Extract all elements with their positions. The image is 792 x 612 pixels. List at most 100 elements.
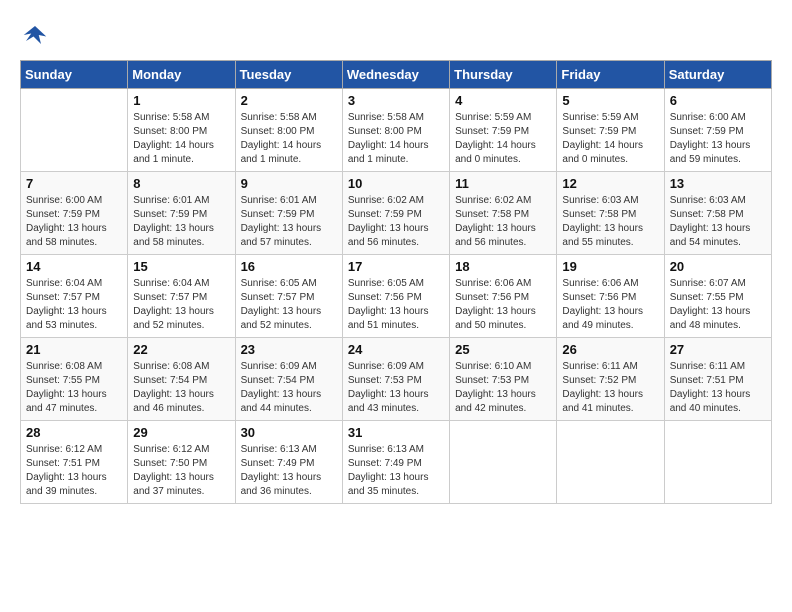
day-number: 6 bbox=[670, 93, 766, 108]
calendar-cell: 22Sunrise: 6:08 AMSunset: 7:54 PMDayligh… bbox=[128, 338, 235, 421]
day-number: 15 bbox=[133, 259, 229, 274]
calendar-week-4: 21Sunrise: 6:08 AMSunset: 7:55 PMDayligh… bbox=[21, 338, 772, 421]
day-info: Sunrise: 6:00 AMSunset: 7:59 PMDaylight:… bbox=[670, 111, 766, 167]
calendar-cell: 5 Sunrise: 5:59 AMSunset: 7:59 PMDaylight… bbox=[557, 89, 664, 172]
calendar-table: SundayMondayTuesdayWednesdayThursdayFrid… bbox=[20, 60, 772, 504]
day-info: Sunrise: 5:58 AMSunset: 8:00 PMDaylight:… bbox=[241, 111, 337, 167]
calendar-cell: 23Sunrise: 6:09 AMSunset: 7:54 PMDayligh… bbox=[235, 338, 342, 421]
day-info: Sunrise: 6:13 AMSunset: 7:49 PMDaylight:… bbox=[241, 443, 337, 499]
calendar-cell: 21Sunrise: 6:08 AMSunset: 7:55 PMDayligh… bbox=[21, 338, 128, 421]
weekday-header-tuesday: Tuesday bbox=[235, 61, 342, 89]
day-info: Sunrise: 5:59 AMSunset: 7:59 PMDaylight:… bbox=[562, 111, 658, 167]
calendar-week-3: 14 Sunrise: 6:04 AMSunset: 7:57 PMDayligh… bbox=[21, 255, 772, 338]
day-number: 13 bbox=[670, 176, 766, 191]
day-info: Sunrise: 6:00 AMSunset: 7:59 PMDaylight:… bbox=[26, 194, 122, 250]
calendar-cell: 30 Sunrise: 6:13 AMSunset: 7:49 PMDayligh… bbox=[235, 421, 342, 504]
day-info: Sunrise: 6:11 AMSunset: 7:51 PMDaylight:… bbox=[670, 360, 766, 416]
day-info: Sunrise: 6:12 AMSunset: 7:50 PMDaylight:… bbox=[133, 443, 229, 499]
day-info: Sunrise: 6:06 AMSunset: 7:56 PMDaylight:… bbox=[562, 277, 658, 333]
calendar-cell: 16 Sunrise: 6:05 AMSunset: 7:57 PMDayligh… bbox=[235, 255, 342, 338]
day-info: Sunrise: 6:02 AMSunset: 7:58 PMDaylight:… bbox=[455, 194, 551, 250]
calendar-cell: 31 Sunrise: 6:13 AMSunset: 7:49 PMDayligh… bbox=[342, 421, 449, 504]
day-info: Sunrise: 6:06 AMSunset: 7:56 PMDaylight:… bbox=[455, 277, 551, 333]
day-info: Sunrise: 6:03 AMSunset: 7:58 PMDaylight:… bbox=[562, 194, 658, 250]
calendar-cell: 7 Sunrise: 6:00 AMSunset: 7:59 PMDaylight… bbox=[21, 172, 128, 255]
day-info: Sunrise: 5:58 AMSunset: 8:00 PMDaylight:… bbox=[133, 111, 229, 167]
weekday-header-wednesday: Wednesday bbox=[342, 61, 449, 89]
day-number: 14 bbox=[26, 259, 122, 274]
calendar-week-2: 7 Sunrise: 6:00 AMSunset: 7:59 PMDaylight… bbox=[21, 172, 772, 255]
day-info: Sunrise: 5:58 AMSunset: 8:00 PMDaylight:… bbox=[348, 111, 444, 167]
day-number: 26 bbox=[562, 342, 658, 357]
day-number: 24 bbox=[348, 342, 444, 357]
day-number: 8 bbox=[133, 176, 229, 191]
logo bbox=[20, 20, 54, 50]
day-info: Sunrise: 6:08 AMSunset: 7:55 PMDaylight:… bbox=[26, 360, 122, 416]
calendar-cell: 14 Sunrise: 6:04 AMSunset: 7:57 PMDayligh… bbox=[21, 255, 128, 338]
calendar-cell: 24 Sunrise: 6:09 AMSunset: 7:53 PMDayligh… bbox=[342, 338, 449, 421]
day-number: 27 bbox=[670, 342, 766, 357]
calendar-cell: 4 Sunrise: 5:59 AMSunset: 7:59 PMDaylight… bbox=[450, 89, 557, 172]
day-number: 31 bbox=[348, 425, 444, 440]
day-info: Sunrise: 6:10 AMSunset: 7:53 PMDaylight:… bbox=[455, 360, 551, 416]
day-info: Sunrise: 6:11 AMSunset: 7:52 PMDaylight:… bbox=[562, 360, 658, 416]
day-number: 19 bbox=[562, 259, 658, 274]
day-info: Sunrise: 6:01 AMSunset: 7:59 PMDaylight:… bbox=[241, 194, 337, 250]
logo-icon bbox=[20, 20, 50, 50]
weekday-header-friday: Friday bbox=[557, 61, 664, 89]
day-number: 10 bbox=[348, 176, 444, 191]
day-info: Sunrise: 6:09 AMSunset: 7:53 PMDaylight:… bbox=[348, 360, 444, 416]
calendar-cell bbox=[664, 421, 771, 504]
day-number: 18 bbox=[455, 259, 551, 274]
day-number: 5 bbox=[562, 93, 658, 108]
page-header bbox=[20, 20, 772, 50]
calendar-cell: 13 Sunrise: 6:03 AMSunset: 7:58 PMDayligh… bbox=[664, 172, 771, 255]
calendar-cell: 18 Sunrise: 6:06 AMSunset: 7:56 PMDayligh… bbox=[450, 255, 557, 338]
weekday-header-row: SundayMondayTuesdayWednesdayThursdayFrid… bbox=[21, 61, 772, 89]
day-info: Sunrise: 6:13 AMSunset: 7:49 PMDaylight:… bbox=[348, 443, 444, 499]
calendar-cell: 28Sunrise: 6:12 AMSunset: 7:51 PMDayligh… bbox=[21, 421, 128, 504]
day-info: Sunrise: 6:08 AMSunset: 7:54 PMDaylight:… bbox=[133, 360, 229, 416]
calendar-cell: 12 Sunrise: 6:03 AMSunset: 7:58 PMDayligh… bbox=[557, 172, 664, 255]
calendar-cell: 6 Sunrise: 6:00 AMSunset: 7:59 PMDaylight… bbox=[664, 89, 771, 172]
day-number: 20 bbox=[670, 259, 766, 274]
calendar-cell: 8 Sunrise: 6:01 AMSunset: 7:59 PMDaylight… bbox=[128, 172, 235, 255]
calendar-cell bbox=[21, 89, 128, 172]
calendar-week-5: 28Sunrise: 6:12 AMSunset: 7:51 PMDayligh… bbox=[21, 421, 772, 504]
weekday-header-saturday: Saturday bbox=[664, 61, 771, 89]
day-info: Sunrise: 6:05 AMSunset: 7:56 PMDaylight:… bbox=[348, 277, 444, 333]
day-number: 28 bbox=[26, 425, 122, 440]
calendar-cell: 19 Sunrise: 6:06 AMSunset: 7:56 PMDayligh… bbox=[557, 255, 664, 338]
day-number: 9 bbox=[241, 176, 337, 191]
weekday-header-sunday: Sunday bbox=[21, 61, 128, 89]
calendar-cell: 27 Sunrise: 6:11 AMSunset: 7:51 PMDayligh… bbox=[664, 338, 771, 421]
day-info: Sunrise: 6:05 AMSunset: 7:57 PMDaylight:… bbox=[241, 277, 337, 333]
day-number: 30 bbox=[241, 425, 337, 440]
calendar-cell: 15 Sunrise: 6:04 AMSunset: 7:57 PMDayligh… bbox=[128, 255, 235, 338]
day-number: 2 bbox=[241, 93, 337, 108]
day-number: 4 bbox=[455, 93, 551, 108]
day-info: Sunrise: 6:01 AMSunset: 7:59 PMDaylight:… bbox=[133, 194, 229, 250]
calendar-cell: 26 Sunrise: 6:11 AMSunset: 7:52 PMDayligh… bbox=[557, 338, 664, 421]
day-number: 29 bbox=[133, 425, 229, 440]
calendar-week-1: 1Sunrise: 5:58 AMSunset: 8:00 PMDaylight… bbox=[21, 89, 772, 172]
day-info: Sunrise: 6:03 AMSunset: 7:58 PMDaylight:… bbox=[670, 194, 766, 250]
day-number: 12 bbox=[562, 176, 658, 191]
calendar-cell: 11 Sunrise: 6:02 AMSunset: 7:58 PMDayligh… bbox=[450, 172, 557, 255]
calendar-cell: 25Sunrise: 6:10 AMSunset: 7:53 PMDayligh… bbox=[450, 338, 557, 421]
calendar-cell: 10Sunrise: 6:02 AMSunset: 7:59 PMDayligh… bbox=[342, 172, 449, 255]
calendar-cell bbox=[557, 421, 664, 504]
calendar-cell: 1Sunrise: 5:58 AMSunset: 8:00 PMDaylight… bbox=[128, 89, 235, 172]
day-info: Sunrise: 6:07 AMSunset: 7:55 PMDaylight:… bbox=[670, 277, 766, 333]
day-number: 7 bbox=[26, 176, 122, 191]
day-info: Sunrise: 6:04 AMSunset: 7:57 PMDaylight:… bbox=[133, 277, 229, 333]
calendar-cell: 2 Sunrise: 5:58 AMSunset: 8:00 PMDaylight… bbox=[235, 89, 342, 172]
day-number: 23 bbox=[241, 342, 337, 357]
weekday-header-thursday: Thursday bbox=[450, 61, 557, 89]
day-number: 3 bbox=[348, 93, 444, 108]
calendar-cell: 20 Sunrise: 6:07 AMSunset: 7:55 PMDayligh… bbox=[664, 255, 771, 338]
day-number: 16 bbox=[241, 259, 337, 274]
day-info: Sunrise: 6:04 AMSunset: 7:57 PMDaylight:… bbox=[26, 277, 122, 333]
day-info: Sunrise: 5:59 AMSunset: 7:59 PMDaylight:… bbox=[455, 111, 551, 167]
day-number: 11 bbox=[455, 176, 551, 191]
